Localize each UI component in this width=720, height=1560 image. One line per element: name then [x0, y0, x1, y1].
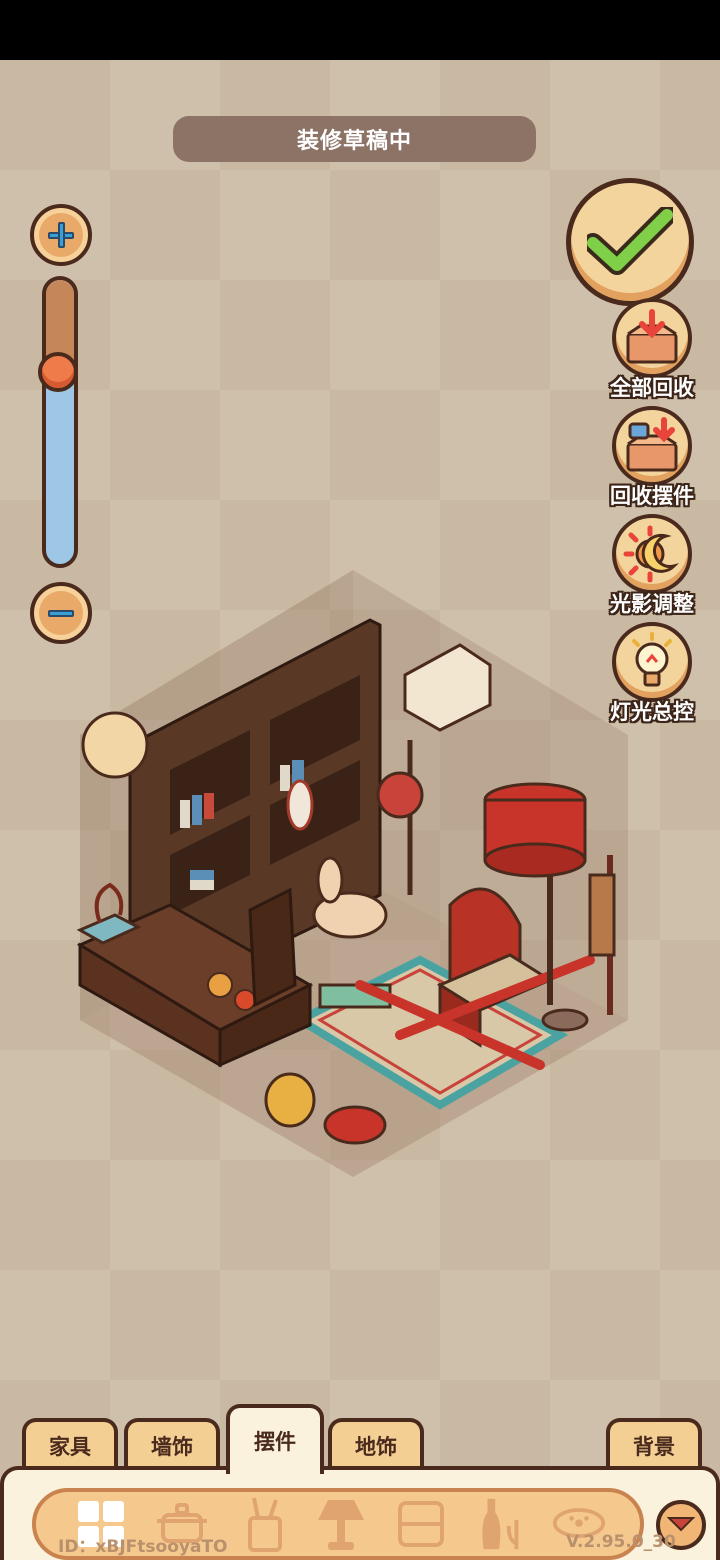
- tab-furniture-label: 家具: [49, 1435, 91, 1459]
- subcategory-screens[interactable]: [394, 1496, 448, 1552]
- room-scene[interactable]: [70, 565, 650, 1185]
- tab-wall-decor[interactable]: 墙饰: [124, 1418, 220, 1470]
- subcategory-vases[interactable]: [474, 1496, 528, 1552]
- vase: [286, 779, 314, 831]
- wall-fan: [81, 711, 149, 779]
- subcategory-lamps[interactable]: [314, 1496, 368, 1552]
- recycle-all-label: 全部回收: [610, 376, 694, 400]
- wooden-chair: [248, 887, 297, 1008]
- recycle-ornaments-label: 回收摆件: [610, 484, 694, 508]
- plus-icon: [48, 222, 74, 248]
- red-coral-ornament: [323, 1105, 387, 1145]
- hanging-flower-pot: [376, 771, 424, 819]
- zoom-in-button[interactable]: [30, 204, 92, 266]
- lamp-icon: [318, 1500, 364, 1550]
- tab-wall-decor-label: 墙饰: [151, 1435, 193, 1459]
- golden-lion-ornament: [264, 1072, 316, 1128]
- tab-ornaments-label: 摆件: [254, 1430, 296, 1454]
- draft-status-banner: 装修草稿中: [173, 116, 536, 162]
- category-tabs: 家具 墙饰 摆件 地饰 背景: [0, 1400, 720, 1474]
- user-id-text: ID：xBJFtsooyaTO: [58, 1537, 228, 1557]
- box-recycle-ornament-icon: [626, 417, 678, 472]
- brush-holder-icon: [248, 1497, 282, 1552]
- tab-background[interactable]: 背景: [606, 1418, 702, 1470]
- tab-floor-decor[interactable]: 地饰: [328, 1418, 424, 1470]
- status-bar: [0, 0, 720, 60]
- version-text: V.2.95.0_30: [566, 1532, 676, 1552]
- draft-status-text: 装修草稿中: [296, 129, 412, 154]
- box-recycle-all-icon: [626, 309, 678, 364]
- recycle-ornaments-button[interactable]: 回收摆件: [606, 406, 698, 510]
- checkmark-icon: [587, 207, 673, 275]
- confirm-button[interactable]: [566, 178, 694, 306]
- tab-ornaments[interactable]: 摆件: [226, 1404, 324, 1474]
- recycle-all-button[interactable]: 全部回收: [606, 298, 698, 402]
- zoom-slider[interactable]: [42, 276, 78, 568]
- tab-background-label: 背景: [633, 1435, 675, 1459]
- vase-icon: [482, 1498, 519, 1550]
- subcategory-stationery[interactable]: [238, 1496, 292, 1552]
- tab-floor-decor-label: 地饰: [355, 1435, 397, 1459]
- screen-icon: [398, 1501, 444, 1547]
- tab-furniture[interactable]: 家具: [22, 1418, 118, 1470]
